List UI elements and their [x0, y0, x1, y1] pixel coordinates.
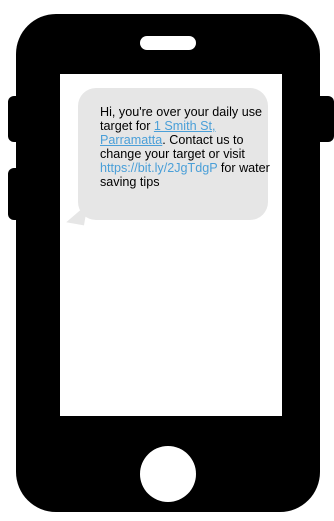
- phone-screen: Hi, you're over your daily use target fo…: [60, 74, 282, 416]
- sms-message-text: Hi, you're over your daily use target fo…: [100, 105, 270, 189]
- sms-message-bubble: Hi, you're over your daily use target fo…: [78, 88, 270, 220]
- home-button[interactable]: [140, 446, 196, 502]
- speaker-icon: [140, 36, 196, 50]
- water-saving-url-link[interactable]: https://bit.ly/2JgTdgP: [100, 161, 217, 175]
